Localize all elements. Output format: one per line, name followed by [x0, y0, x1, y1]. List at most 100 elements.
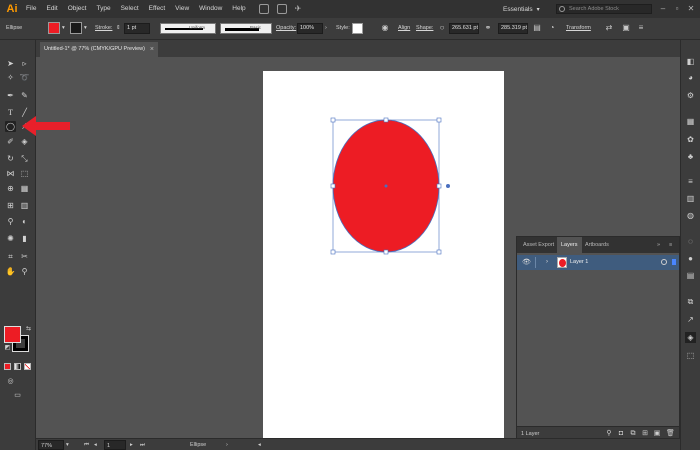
- first-artboard-icon[interactable]: ⏮: [84, 440, 89, 450]
- pathfinder-icon[interactable]: ⧉: [685, 296, 696, 307]
- stroke-label[interactable]: Stroke:: [95, 23, 112, 34]
- tab-artboards[interactable]: Artboards: [581, 237, 613, 253]
- properties-icon[interactable]: ◧: [685, 56, 696, 67]
- panel-menu-icon[interactable]: ≡: [636, 23, 646, 33]
- locate-object-icon[interactable]: ⚲: [605, 430, 613, 438]
- type-tool-icon[interactable]: T: [5, 107, 16, 118]
- shape-height-field[interactable]: 285.319 pt: [498, 23, 528, 34]
- mesh-tool-icon[interactable]: ⊞: [5, 200, 16, 211]
- opacity-label[interactable]: Opacity:: [276, 23, 296, 34]
- new-layer-icon[interactable]: ▣: [653, 430, 661, 438]
- isolate-icon[interactable]: ▣: [621, 23, 631, 33]
- symbol-sprayer-tool-icon[interactable]: ✺: [5, 233, 16, 244]
- zoom-tool-icon[interactable]: ⚲: [19, 266, 30, 277]
- close-button[interactable]: ✕: [686, 4, 696, 14]
- arrange-documents-icon[interactable]: [276, 4, 287, 14]
- artboard-number-field[interactable]: 1: [104, 440, 126, 450]
- column-graph-tool-icon[interactable]: ▮: [19, 233, 30, 244]
- visibility-eye-icon[interactable]: 👁: [521, 257, 532, 268]
- shape-builder-tool-icon[interactable]: ⊕: [5, 183, 16, 194]
- appearance-icon[interactable]: ◌: [685, 236, 696, 247]
- align-label[interactable]: Align: [398, 23, 410, 34]
- scale-tool-icon[interactable]: ⤡: [19, 153, 30, 164]
- paintbrush-tool-icon[interactable]: ⁄: [19, 121, 30, 132]
- shaper-tool-icon[interactable]: ✐: [5, 136, 16, 147]
- eyedropper-tool-icon[interactable]: ⚲: [5, 216, 16, 227]
- menu-object[interactable]: Object: [63, 0, 92, 18]
- color-mode-icon[interactable]: [4, 363, 11, 370]
- opacity-field[interactable]: 100%: [297, 23, 323, 34]
- collapse-panel-icon[interactable]: »: [653, 237, 664, 253]
- menu-edit[interactable]: Edit: [41, 0, 62, 18]
- scroll-left-icon[interactable]: ◂: [258, 440, 261, 450]
- align-icon[interactable]: ▤: [685, 270, 696, 281]
- artboard-tool-icon[interactable]: ⌗: [5, 251, 16, 262]
- graphic-style-swatch[interactable]: [352, 23, 363, 34]
- swatches-icon[interactable]: ▦: [685, 116, 696, 127]
- free-transform-tool-icon[interactable]: ⬚: [19, 168, 30, 179]
- export-icon[interactable]: ↗: [685, 314, 696, 325]
- menu-view[interactable]: View: [170, 0, 194, 18]
- lock-toggle[interactable]: [535, 257, 543, 268]
- recolor-artwork-icon[interactable]: ◉: [380, 23, 390, 33]
- variable-width-profile-dropdown[interactable]: Uniform: [160, 23, 216, 34]
- artboard[interactable]: [263, 71, 504, 438]
- maximize-button[interactable]: ▫: [672, 4, 682, 14]
- magic-wand-tool-icon[interactable]: ✧: [5, 72, 16, 83]
- none-mode-icon[interactable]: [24, 363, 31, 370]
- last-artboard-icon[interactable]: ⏭: [140, 440, 145, 450]
- shape-properties-icon[interactable]: ▤: [532, 23, 542, 33]
- graphic-styles-icon[interactable]: ●: [685, 253, 696, 264]
- chevron-right-icon[interactable]: ›: [226, 440, 228, 450]
- artboards-icon[interactable]: ⬚: [685, 350, 696, 361]
- new-layer-icon[interactable]: ⊞: [641, 430, 649, 438]
- chevron-down-icon[interactable]: ▾: [62, 23, 65, 34]
- prev-artboard-icon[interactable]: ◂: [94, 440, 97, 450]
- chevron-right-icon[interactable]: ›: [325, 23, 327, 34]
- shape-label[interactable]: Shape:: [416, 23, 433, 34]
- lasso-tool-icon[interactable]: ➰: [19, 72, 30, 83]
- default-colors-icon[interactable]: ◩: [2, 343, 13, 354]
- pie-angle-icon[interactable]: ◔: [547, 23, 557, 33]
- perspective-grid-tool-icon[interactable]: ▦: [19, 183, 30, 194]
- stepper-icon[interactable]: ⇕: [116, 23, 121, 34]
- selection-tool-icon[interactable]: ➤: [5, 58, 16, 69]
- shape-width-field[interactable]: 265.631 pt: [449, 23, 479, 34]
- gradient-tool-icon[interactable]: ▥: [19, 200, 30, 211]
- menu-effect[interactable]: Effect: [144, 0, 171, 18]
- tab-asset-export[interactable]: Asset Export: [519, 237, 558, 253]
- rotate-tool-icon[interactable]: ↻: [5, 153, 16, 164]
- brushes-icon[interactable]: ✿: [685, 134, 696, 145]
- fill-color-swatch[interactable]: [48, 22, 60, 34]
- expand-arrow-icon[interactable]: ›: [546, 257, 548, 268]
- bridge-icon[interactable]: [258, 4, 269, 14]
- line-segment-tool-icon[interactable]: ╱: [19, 107, 30, 118]
- make-clipping-mask-icon[interactable]: ◘: [617, 430, 625, 438]
- stroke-color-swatch[interactable]: [70, 22, 82, 34]
- menu-file[interactable]: File: [21, 0, 41, 18]
- stroke-icon[interactable]: ≡: [685, 176, 696, 187]
- gpu-performance-icon[interactable]: ✈: [295, 4, 305, 14]
- transform-label[interactable]: Transform: [566, 23, 591, 34]
- ellipse-tool-icon[interactable]: ◯: [5, 121, 16, 132]
- slice-tool-icon[interactable]: ✂: [19, 251, 30, 262]
- menu-help[interactable]: Help: [227, 0, 250, 18]
- gradient-mode-icon[interactable]: [14, 363, 21, 370]
- panel-menu-icon[interactable]: ≡: [665, 237, 676, 253]
- tab-layers[interactable]: Layers: [557, 237, 582, 253]
- swap-fill-stroke-icon[interactable]: ⇆: [23, 324, 34, 335]
- change-screen-mode-icon[interactable]: ▭: [12, 390, 23, 401]
- pen-tool-icon[interactable]: ✒: [5, 90, 16, 101]
- trash-icon[interactable]: 🗑: [666, 430, 675, 438]
- new-sublayer-icon[interactable]: ⧉: [629, 430, 637, 438]
- transparency-icon[interactable]: ◍: [685, 210, 696, 221]
- fill-color-box[interactable]: [4, 326, 21, 343]
- close-icon[interactable]: ×: [150, 42, 154, 57]
- target-circle-icon[interactable]: [661, 259, 667, 265]
- brush-definition-dropdown[interactable]: Basic: [220, 23, 272, 34]
- color-guide-icon[interactable]: ⚙: [685, 90, 696, 101]
- link-icon[interactable]: ⚭: [483, 23, 493, 33]
- menu-type[interactable]: Type: [91, 0, 115, 18]
- layer-name[interactable]: Layer 1: [570, 255, 588, 270]
- stock-search-input[interactable]: Search Adobe Stock: [556, 4, 652, 14]
